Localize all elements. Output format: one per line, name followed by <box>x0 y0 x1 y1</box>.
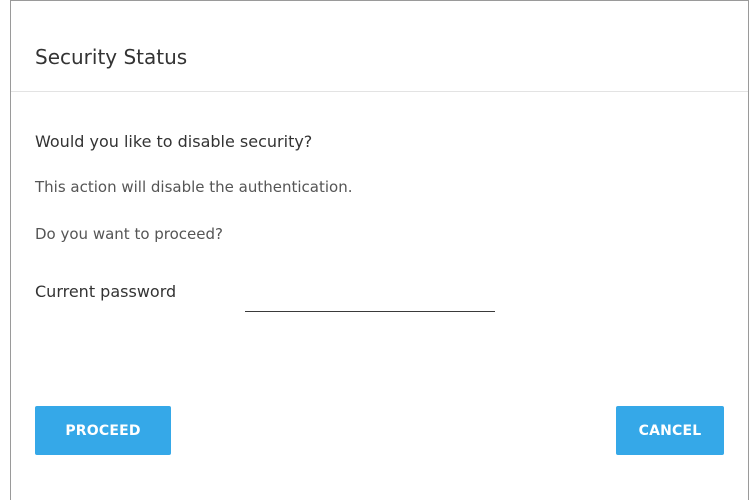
security-status-dialog: Security Status Would you like to disabl… <box>10 0 749 500</box>
cancel-button[interactable]: CANCEL <box>616 406 724 455</box>
current-password-label: Current password <box>35 282 177 301</box>
dialog-title: Security Status <box>35 45 188 69</box>
proceed-confirmation-message: Do you want to proceed? <box>35 225 223 243</box>
disable-security-question: Would you like to disable security? <box>35 132 313 151</box>
current-password-input[interactable] <box>245 284 495 312</box>
header-divider <box>11 91 748 92</box>
disable-authentication-message: This action will disable the authenticat… <box>35 178 353 196</box>
proceed-button[interactable]: PROCEED <box>35 406 171 455</box>
